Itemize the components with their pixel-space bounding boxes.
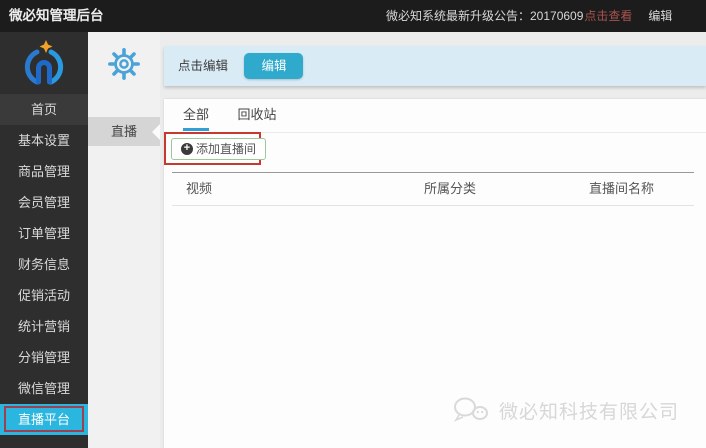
sidebar-item-label: 分销管理 <box>17 350 70 365</box>
settings-gear-button[interactable] <box>88 32 160 96</box>
content-panel: 全部 回收站 添加直播间 视频 所属分类 直播间名称 微必知科技有限公司 <box>164 99 706 448</box>
sidebar-item-label: 基本设置 <box>17 133 70 148</box>
sidebar-item-label: 会员管理 <box>17 195 70 210</box>
sidebar-item-live-platform[interactable]: 直播平台 <box>0 404 88 435</box>
plus-circle-icon <box>181 142 193 155</box>
sidebar-item-stats-marketing[interactable]: 统计营销 <box>0 311 88 342</box>
company-logo-icon <box>453 397 488 422</box>
announcement-view-link[interactable]: 点击查看 <box>584 9 632 23</box>
topbar: 微必知管理后台 微必知系统最新升级公告：20170609点击查看 编辑 <box>0 0 706 32</box>
announcement: 微必知系统最新升级公告：20170609点击查看 编辑 <box>386 0 672 32</box>
sidebar-item-label: 财务信息 <box>17 257 70 272</box>
sidebar-item-label: 微信管理 <box>17 381 70 396</box>
table-header-room-name: 直播间名称 <box>589 181 655 196</box>
sidebar-item-member-management[interactable]: 会员管理 <box>0 187 88 218</box>
tab-recycle-bin[interactable]: 回收站 <box>237 99 276 131</box>
announcement-edit-link[interactable]: 编辑 <box>648 9 672 23</box>
subnav-item-live[interactable]: 直播 <box>88 117 160 146</box>
tab-all[interactable]: 全部 <box>183 99 210 131</box>
sidebar-item-distribution-management[interactable]: 分销管理 <box>0 342 88 373</box>
sidebar-item-finance-info[interactable]: 财务信息 <box>0 249 88 280</box>
add-live-room-button[interactable]: 添加直播间 <box>171 138 267 160</box>
sidebar-item-label: 商品管理 <box>17 164 70 179</box>
table-header-video: 视频 <box>186 181 213 196</box>
edit-hint-label: 点击编辑 <box>178 59 229 73</box>
company-name: 微必知科技有限公司 <box>498 401 679 423</box>
subnav-item-label: 直播 <box>110 124 137 139</box>
sidebar-menu: 首页 基本设置 商品管理 会员管理 订单管理 财务信息 促销活动 统计营销 分销… <box>0 94 88 435</box>
app-title: 微必知管理后台 <box>9 8 104 23</box>
logo-mark-icon <box>24 40 64 85</box>
gear-icon <box>108 48 140 80</box>
announcement-text: 微必知系统最新升级公告：20170609 <box>386 9 584 23</box>
edit-toolbar: 点击编辑 编辑 <box>164 46 706 86</box>
sidebar-item-label: 统计营销 <box>17 319 70 334</box>
sidebar-item-label: 直播平台 <box>17 412 70 427</box>
add-live-room-label: 添加直播间 <box>196 142 257 156</box>
sidebar-item-order-management[interactable]: 订单管理 <box>0 218 88 249</box>
edit-button[interactable]: 编辑 <box>244 52 304 79</box>
watermark: 微必知科技有限公司 <box>451 394 679 426</box>
table-header-category: 所属分类 <box>424 181 477 196</box>
app-logo <box>0 32 88 94</box>
secondary-nav: 直播 <box>88 32 160 448</box>
active-pointer-notch <box>152 123 160 140</box>
sidebar-item-promotions[interactable]: 促销活动 <box>0 280 88 311</box>
sidebar-item-label: 促销活动 <box>17 288 70 303</box>
sidebar-item-basic-settings[interactable]: 基本设置 <box>0 125 88 156</box>
sidebar-item-label: 首页 <box>30 102 57 117</box>
sidebar: 首页 基本设置 商品管理 会员管理 订单管理 财务信息 促销活动 统计营销 分销… <box>0 32 88 448</box>
sidebar-item-product-management[interactable]: 商品管理 <box>0 156 88 187</box>
main-content: 点击编辑 编辑 全部 回收站 添加直播间 视频 所属分类 直播间名称 微必知 <box>160 32 706 448</box>
sidebar-item-label: 订单管理 <box>17 226 70 241</box>
sidebar-item-home[interactable]: 首页 <box>0 94 88 125</box>
sidebar-item-wechat-management[interactable]: 微信管理 <box>0 373 88 404</box>
table-header-border <box>172 205 694 206</box>
tab-bar: 全部 回收站 <box>164 99 706 133</box>
